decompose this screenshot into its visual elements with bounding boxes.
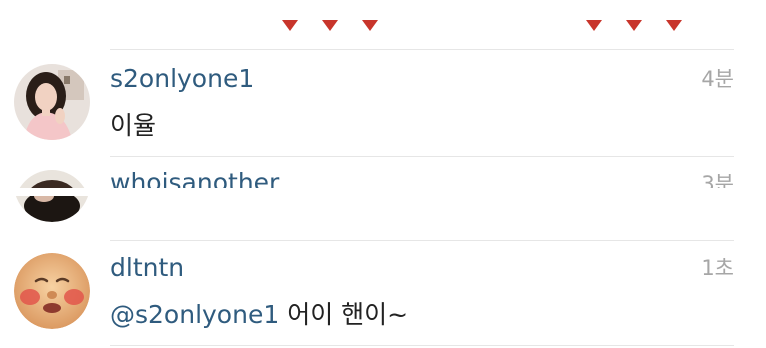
divider	[110, 156, 734, 157]
comment-row-bottom	[0, 196, 766, 226]
avatar[interactable]	[14, 196, 90, 222]
mention-link[interactable]: @s2onlyone1	[110, 300, 279, 329]
avatar[interactable]	[14, 253, 90, 329]
comment-text-body: 어이 핸이~	[279, 300, 409, 329]
heart-icon	[666, 20, 682, 31]
heart-icon	[586, 20, 602, 31]
comment-row-partial-top	[0, 0, 766, 34]
comment-username[interactable]: whoisanother	[110, 170, 279, 188]
comment-row: whoisanother 3분	[0, 170, 766, 188]
heart-icon	[626, 20, 642, 31]
comment-username[interactable]: dltntn	[110, 255, 184, 280]
comment-timestamp: 1초	[701, 256, 734, 280]
heart-icon	[322, 20, 338, 31]
comment-timestamp: 4분	[701, 67, 734, 91]
divider	[110, 240, 734, 241]
divider	[110, 345, 734, 346]
heart-icon	[282, 20, 298, 31]
comment-feed: s2onlyone1 4분 이율 whoisanother 3분 dltntn …	[0, 0, 766, 348]
comment-text: 이율	[110, 111, 157, 140]
avatar[interactable]	[14, 64, 90, 140]
avatar[interactable]	[14, 170, 90, 188]
heart-icon	[362, 20, 378, 31]
divider	[110, 49, 734, 50]
comment-username[interactable]: s2onlyone1	[110, 66, 254, 91]
comment-timestamp: 3분	[701, 172, 734, 189]
comment-text: @s2onlyone1 어이 핸이~	[110, 302, 408, 327]
